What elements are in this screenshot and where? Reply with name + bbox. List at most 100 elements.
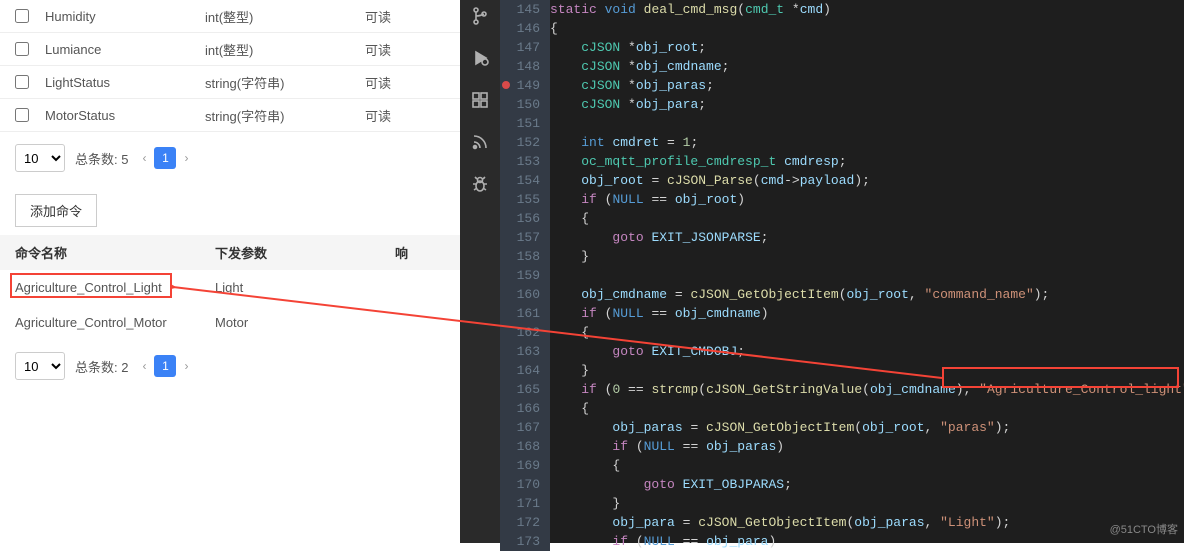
row-checkbox[interactable] [15,9,29,23]
code-line[interactable]: } [550,494,1184,513]
code-line[interactable]: cJSON *obj_root; [550,38,1184,57]
pagesize-select[interactable]: 10 [15,144,65,172]
line-number: 166 [500,399,550,418]
code-line[interactable]: obj_paras = cJSON_GetObjectItem(obj_root… [550,418,1184,437]
line-number: 155 [500,190,550,209]
table-row: MotorStatusstring(字符串)可读 [0,99,460,132]
code-line[interactable]: } [550,361,1184,380]
cmd-prev-icon[interactable]: ‹ [138,359,150,373]
line-number: 153 [500,152,550,171]
code-line[interactable]: obj_para = cJSON_GetObjectItem(obj_paras… [550,513,1184,532]
table-row: Agriculture_Control_LightLight [0,270,460,305]
code-line[interactable]: { [550,323,1184,342]
prop-name: Humidity [45,9,205,24]
prop-total: 总条数: 5 [75,149,128,168]
code-editor[interactable]: 1451461471481491501511521531541551561571… [500,0,1184,543]
command-pagination: 10 总条数: 2 ‹ 1 › [0,340,460,392]
code-area[interactable]: static void deal_cmd_msg(cmd_t *cmd){ cJ… [550,0,1184,551]
row-checkbox[interactable] [15,75,29,89]
line-number: 161 [500,304,550,323]
prop-name: MotorStatus [45,108,205,123]
branch-icon[interactable] [470,6,490,26]
cmd-next-icon[interactable]: › [180,359,192,373]
prop-type: string(字符串) [205,73,365,92]
line-number: 150 [500,95,550,114]
next-icon[interactable]: › [180,151,192,165]
activity-bar [460,0,500,543]
code-line[interactable]: { [550,456,1184,475]
extensions-icon[interactable] [470,90,490,110]
code-line[interactable]: goto EXIT_CMDOBJ; [550,342,1184,361]
line-number: 146 [500,19,550,38]
bug-icon[interactable] [470,174,490,194]
code-line[interactable]: } [550,247,1184,266]
line-number: 156 [500,209,550,228]
cmd-param: Light [215,280,395,295]
breakpoint-icon[interactable] [502,81,510,89]
code-line[interactable]: { [550,209,1184,228]
line-number: 169 [500,456,550,475]
line-number: 158 [500,247,550,266]
cmd-page-current[interactable]: 1 [154,355,176,377]
prop-type: int(整型) [205,7,365,26]
cmd-total: 总条数: 2 [75,357,128,376]
code-line[interactable]: { [550,19,1184,38]
line-number: 163 [500,342,550,361]
table-row: LightStatusstring(字符串)可读 [0,66,460,99]
command-table: Agriculture_Control_LightLightAgricultur… [0,270,460,340]
cmd-header-name: 命令名称 [15,243,215,262]
line-number: 151 [500,114,550,133]
line-number: 162 [500,323,550,342]
line-number: 172 [500,513,550,532]
code-line[interactable]: cJSON *obj_para; [550,95,1184,114]
line-number: 160 [500,285,550,304]
code-line[interactable]: if (NULL == obj_cmdname) [550,304,1184,323]
feed-icon[interactable] [470,132,490,152]
cmd-name: Agriculture_Control_Motor [15,315,215,330]
line-number: 164 [500,361,550,380]
watermark: @51CTO博客 [1110,521,1178,537]
code-line[interactable]: static void deal_cmd_msg(cmd_t *cmd) [550,0,1184,19]
code-line[interactable]: int cmdret = 1; [550,133,1184,152]
left-panel: Humidityint(整型)可读Lumianceint(整型)可读LightS… [0,0,460,543]
prop-mode: 可读 [365,106,425,125]
debug-icon[interactable] [470,48,490,68]
code-line[interactable]: obj_root = cJSON_Parse(cmd->payload); [550,171,1184,190]
prev-icon[interactable]: ‹ [138,151,150,165]
row-checkbox[interactable] [15,42,29,56]
prop-mode: 可读 [365,7,425,26]
cmd-header-param: 下发参数 [215,243,395,262]
code-line[interactable]: if (NULL == obj_paras) [550,437,1184,456]
property-table: Humidityint(整型)可读Lumianceint(整型)可读LightS… [0,0,460,132]
prop-name: Lumiance [45,42,205,57]
cmd-name: Agriculture_Control_Light [15,280,215,295]
code-line[interactable]: goto EXIT_OBJPARAS; [550,475,1184,494]
line-gutter: 1451461471481491501511521531541551561571… [500,0,550,543]
code-line[interactable] [550,114,1184,133]
table-row: Agriculture_Control_MotorMotor [0,305,460,340]
code-line[interactable]: if (NULL == obj_root) [550,190,1184,209]
add-command-button[interactable]: 添加命令 [15,194,97,227]
code-line[interactable]: cJSON *obj_cmdname; [550,57,1184,76]
code-line[interactable]: if (0 == strcmp(cJSON_GetStringValue(obj… [550,380,1184,399]
line-number: 157 [500,228,550,247]
code-line[interactable]: cJSON *obj_paras; [550,76,1184,95]
code-line[interactable]: obj_cmdname = cJSON_GetObjectItem(obj_ro… [550,285,1184,304]
table-row: Lumianceint(整型)可读 [0,33,460,66]
code-line[interactable]: { [550,399,1184,418]
code-line[interactable]: oc_mqtt_profile_cmdresp_t cmdresp; [550,152,1184,171]
line-number: 168 [500,437,550,456]
command-header: 命令名称 下发参数 响 [0,235,460,270]
code-line[interactable] [550,266,1184,285]
line-number: 148 [500,57,550,76]
property-pagination: 10 总条数: 5 ‹ 1 › [0,132,460,184]
line-number: 152 [500,133,550,152]
prop-type: string(字符串) [205,106,365,125]
cmd-pagesize-select[interactable]: 10 [15,352,65,380]
code-line[interactable]: goto EXIT_JSONPARSE; [550,228,1184,247]
row-checkbox[interactable] [15,108,29,122]
line-number: 167 [500,418,550,437]
page-current[interactable]: 1 [154,147,176,169]
line-number: 171 [500,494,550,513]
code-line[interactable]: if (NULL == obj_para) [550,532,1184,551]
